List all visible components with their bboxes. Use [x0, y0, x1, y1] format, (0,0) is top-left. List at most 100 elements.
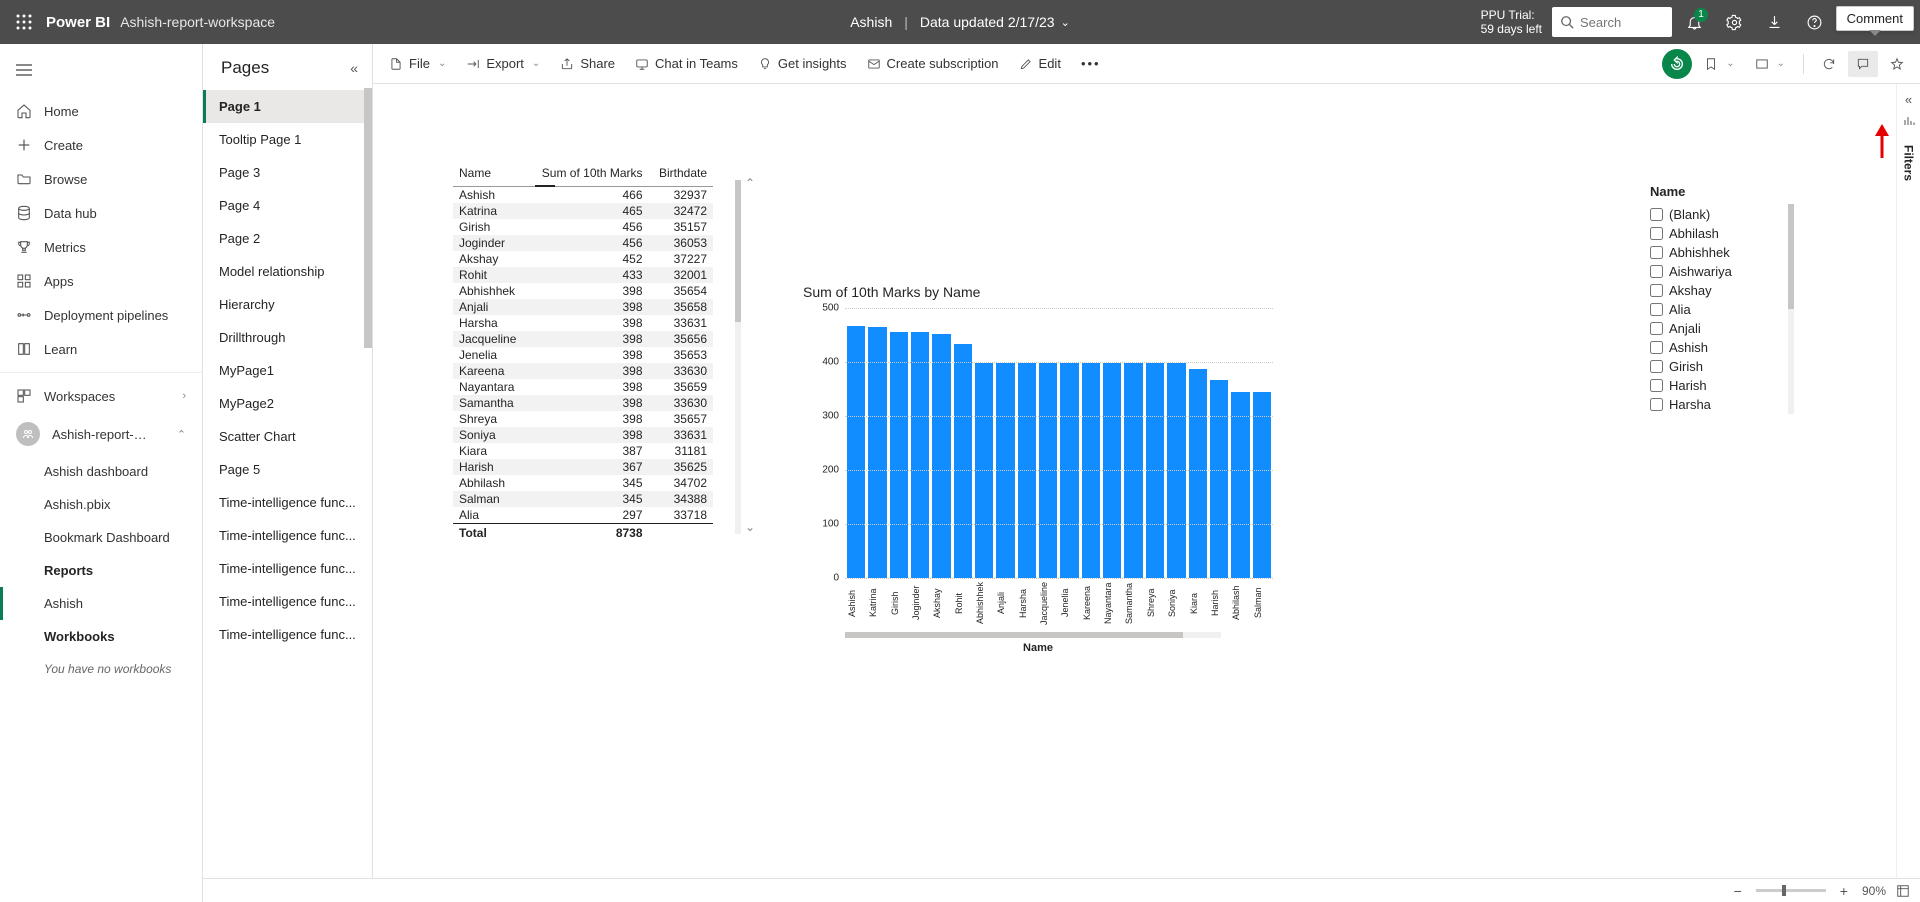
visual-slicer[interactable]: Name (Blank)AbhilashAbhishhekAishwariyaA… — [1650, 184, 1780, 414]
chart-bar[interactable] — [1189, 369, 1207, 578]
nav-home[interactable]: Home — [0, 94, 202, 128]
col-sum[interactable]: Sum of 10th Marks — [527, 164, 648, 187]
visual-bar-chart[interactable]: Sum of 10th Marks by Name Sum of 10th Ma… — [803, 284, 1273, 654]
nav-metrics[interactable]: Metrics — [0, 230, 202, 264]
page-tab[interactable]: Drillthrough — [203, 321, 372, 354]
ws-item-bookmark[interactable]: Bookmark Dashboard — [0, 521, 202, 554]
cmd-subscribe[interactable]: Create subscription — [859, 50, 1007, 77]
slicer-checkbox[interactable] — [1650, 379, 1663, 392]
table-row[interactable]: Kareena39833630 — [453, 363, 713, 379]
chart-bar[interactable] — [1210, 380, 1228, 578]
ws-item-dashboard[interactable]: Ashish dashboard — [0, 455, 202, 488]
slicer-item[interactable]: Abhishhek — [1650, 243, 1780, 262]
nav-current-workspace[interactable]: Ashish-report-work...⌃ — [0, 413, 202, 455]
table-row[interactable]: Rohit43332001 — [453, 267, 713, 283]
page-tab[interactable]: MyPage2 — [203, 387, 372, 420]
cmd-share[interactable]: Share — [552, 50, 623, 77]
table-page-up[interactable]: ⌃ — [743, 176, 757, 190]
slicer-checkbox[interactable] — [1650, 284, 1663, 297]
chart-bar[interactable] — [1231, 392, 1249, 578]
slicer-item[interactable]: Girish — [1650, 357, 1780, 376]
slicer-item[interactable]: Abhilash — [1650, 224, 1780, 243]
page-tab[interactable]: Time-intelligence func... — [203, 552, 372, 585]
slicer-scrollbar[interactable] — [1788, 204, 1794, 414]
table-row[interactable]: Abhilash34534702 — [453, 475, 713, 491]
page-tab[interactable]: Time-intelligence func... — [203, 519, 372, 552]
chart-bar[interactable] — [932, 334, 950, 578]
page-tab[interactable]: Scatter Chart — [203, 420, 372, 453]
cmd-view[interactable]: ⌄ — [1747, 51, 1793, 77]
table-row[interactable]: Kiara38731181 — [453, 443, 713, 459]
nav-collapse-button[interactable] — [4, 52, 44, 88]
table-row[interactable]: Harish36735625 — [453, 459, 713, 475]
table-row[interactable]: Ashish46632937 — [453, 187, 713, 204]
filters-expand-button[interactable]: « — [1905, 92, 1912, 107]
search-box[interactable] — [1552, 7, 1672, 37]
visual-table[interactable]: Name Sum of 10th Marks Birthdate Ashish4… — [453, 164, 763, 542]
table-row[interactable]: Joginder45636053 — [453, 235, 713, 251]
table-row[interactable]: Akshay45237227 — [453, 251, 713, 267]
slicer-checkbox[interactable] — [1650, 360, 1663, 373]
page-tab[interactable]: Time-intelligence func... — [203, 585, 372, 618]
pages-scrollbar[interactable] — [364, 88, 372, 902]
nav-browse[interactable]: Browse — [0, 162, 202, 196]
slicer-item[interactable]: Anjali — [1650, 319, 1780, 338]
chart-bar[interactable] — [868, 327, 886, 578]
ws-item-report-ashish[interactable]: Ashish — [0, 587, 202, 620]
page-tab[interactable]: Hierarchy — [203, 288, 372, 321]
slicer-item[interactable]: (Blank) — [1650, 205, 1780, 224]
slicer-checkbox[interactable] — [1650, 227, 1663, 240]
nav-datahub[interactable]: Data hub — [0, 196, 202, 230]
nav-pipelines[interactable]: Deployment pipelines — [0, 298, 202, 332]
pages-collapse-button[interactable]: « — [350, 60, 358, 76]
page-tab[interactable]: Model relationship — [203, 255, 372, 288]
cmd-edit[interactable]: Edit — [1011, 50, 1069, 77]
page-tab[interactable]: Page 3 — [203, 156, 372, 189]
chart-bar[interactable] — [847, 326, 865, 578]
chevron-down-icon[interactable]: ⌄ — [1061, 16, 1070, 29]
cmd-comment[interactable] — [1848, 51, 1878, 77]
ppu-trial-label[interactable]: PPU Trial: 59 days left — [1481, 8, 1542, 37]
page-tab[interactable]: Page 5 — [203, 453, 372, 486]
table-row[interactable]: Girish45635157 — [453, 219, 713, 235]
table-row[interactable]: Jenelia39835653 — [453, 347, 713, 363]
cmd-chat-teams[interactable]: Chat in Teams — [627, 50, 746, 77]
ws-item-pbix[interactable]: Ashish.pbix — [0, 488, 202, 521]
chart-bar[interactable] — [954, 344, 972, 578]
table-row[interactable]: Jacqueline39835656 — [453, 331, 713, 347]
page-tab[interactable]: Page 1 — [203, 90, 372, 123]
table-row[interactable]: Alia29733718 — [453, 507, 713, 524]
table-row[interactable]: Salman34534388 — [453, 491, 713, 507]
help-button[interactable] — [1796, 4, 1832, 40]
col-birthdate[interactable]: Birthdate — [649, 164, 713, 187]
slicer-checkbox[interactable] — [1650, 322, 1663, 335]
col-name[interactable]: Name — [453, 164, 527, 187]
table-row[interactable]: Harsha39833631 — [453, 315, 713, 331]
filters-pane-collapsed[interactable]: « Filters — [1896, 84, 1920, 878]
cmd-reset[interactable] — [1662, 49, 1692, 79]
zoom-out-button[interactable]: − — [1730, 883, 1746, 899]
page-tab[interactable]: Page 4 — [203, 189, 372, 222]
slicer-item[interactable]: Aishwariya — [1650, 262, 1780, 281]
app-launcher-button[interactable] — [8, 6, 40, 38]
download-button[interactable] — [1756, 4, 1792, 40]
table-page-down[interactable]: ⌄ — [743, 520, 757, 534]
cmd-file[interactable]: File⌄ — [381, 50, 454, 77]
slicer-checkbox[interactable] — [1650, 246, 1663, 259]
table-scrollbar[interactable] — [735, 180, 741, 534]
zoom-slider[interactable] — [1756, 889, 1826, 892]
nav-create[interactable]: Create — [0, 128, 202, 162]
table-row[interactable]: Nayantara39835659 — [453, 379, 713, 395]
chart-bar[interactable] — [911, 332, 929, 578]
page-tab[interactable]: Time-intelligence func... — [203, 618, 372, 651]
slicer-checkbox[interactable] — [1650, 398, 1663, 411]
zoom-in-button[interactable]: + — [1836, 883, 1852, 899]
search-input[interactable] — [1580, 15, 1660, 30]
fit-to-page-button[interactable] — [1896, 884, 1910, 898]
slicer-checkbox[interactable] — [1650, 265, 1663, 278]
cmd-more[interactable]: ••• — [1073, 50, 1109, 77]
slicer-item[interactable]: Harsha — [1650, 395, 1780, 414]
slicer-checkbox[interactable] — [1650, 303, 1663, 316]
table-row[interactable]: Katrina46532472 — [453, 203, 713, 219]
table-row[interactable]: Samantha39833630 — [453, 395, 713, 411]
